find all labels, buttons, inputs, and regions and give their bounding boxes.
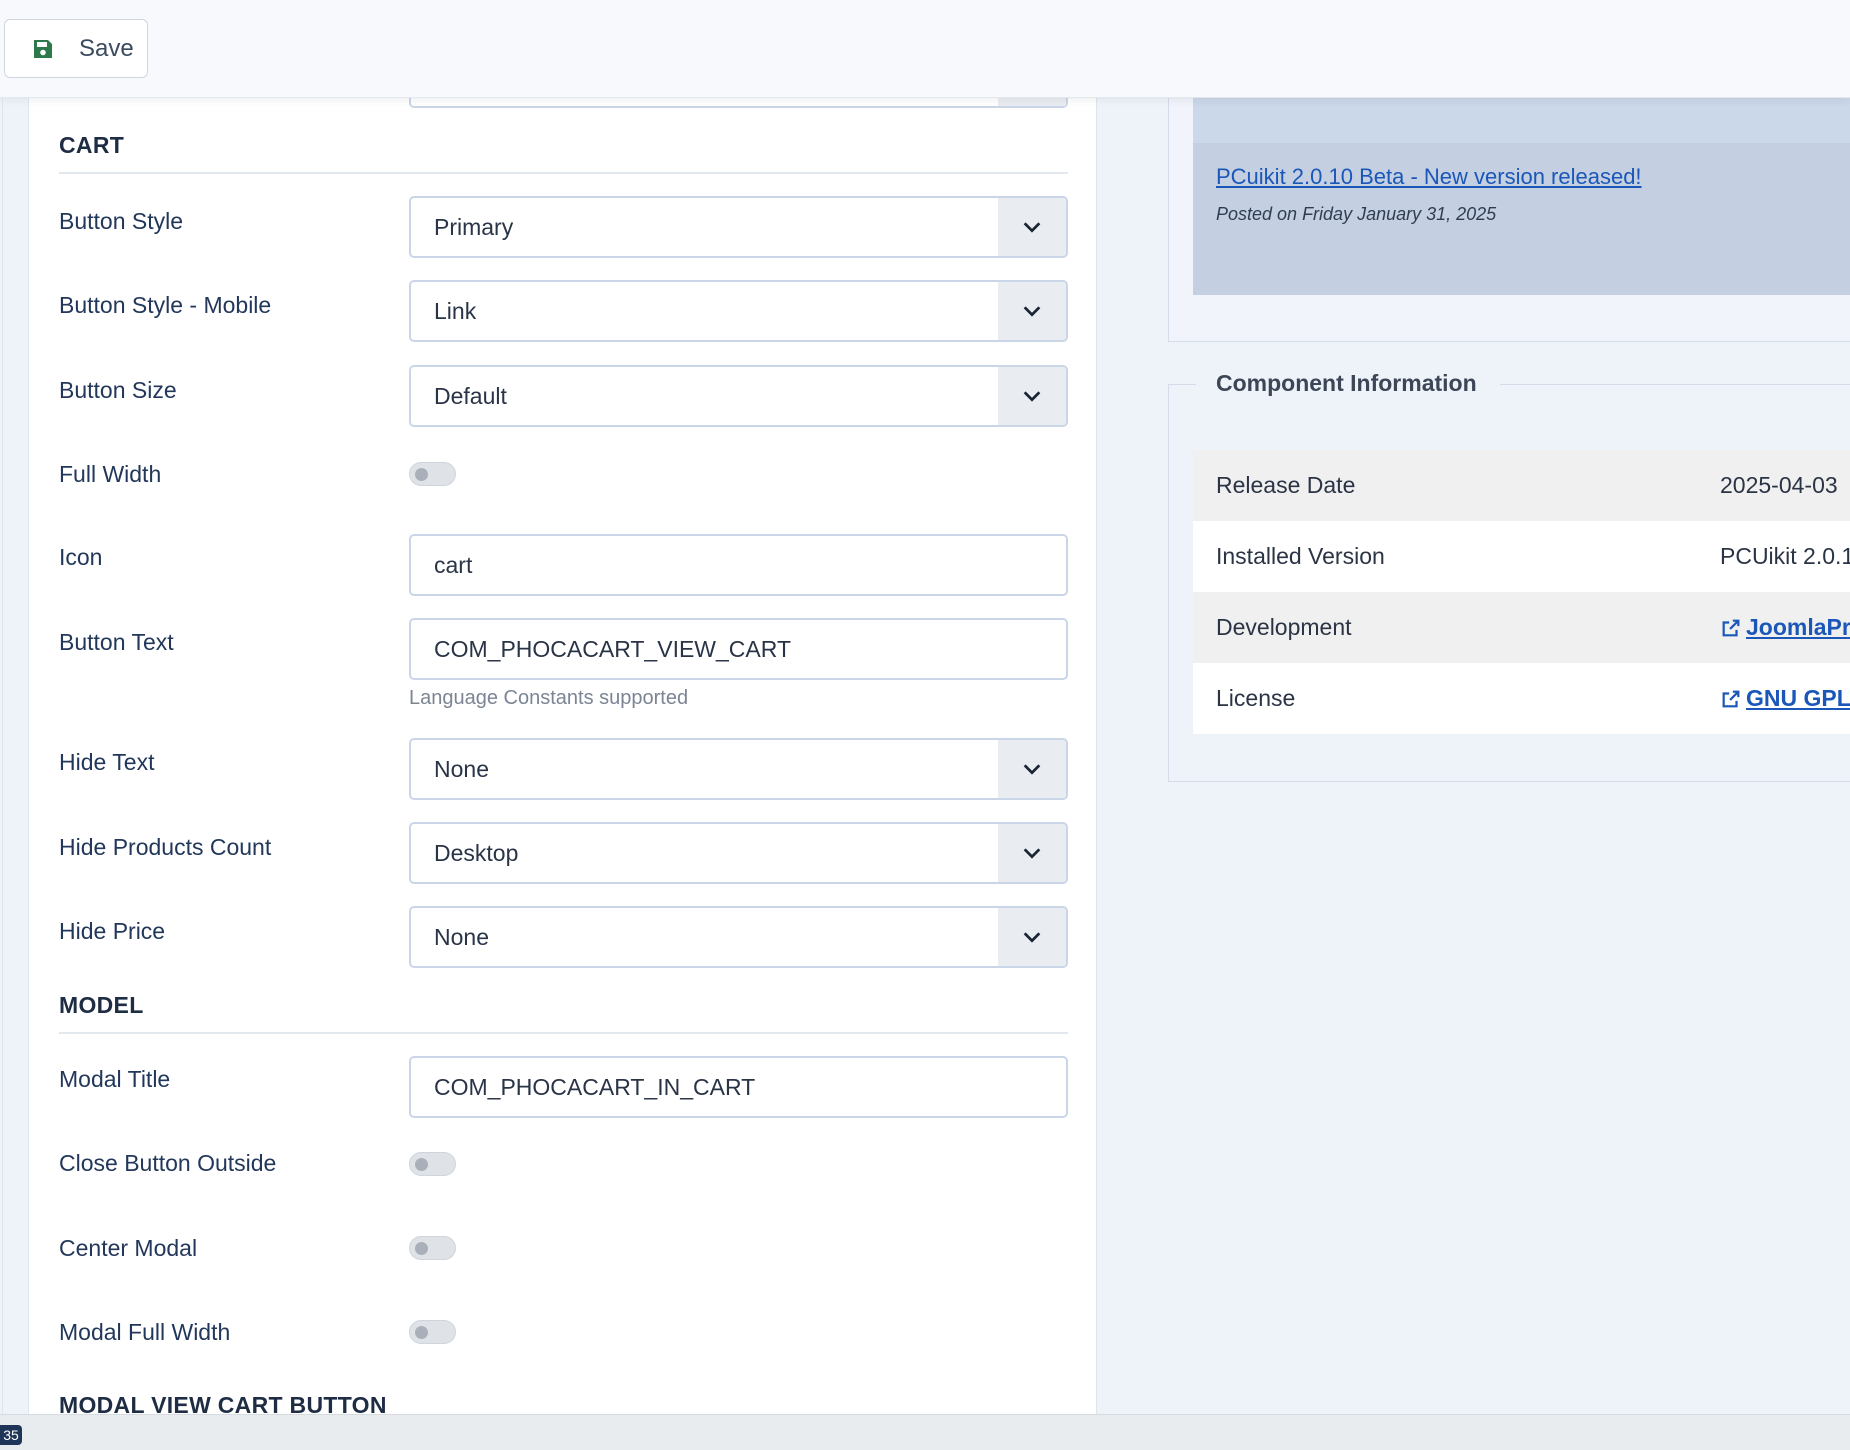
hide-products-count-select[interactable]: Desktop (409, 822, 1068, 884)
development-link[interactable]: JoomlaPro (1746, 614, 1850, 641)
button-style-select[interactable]: Primary (409, 196, 1068, 258)
close-button-outside-toggle[interactable] (409, 1152, 456, 1176)
news-title-link[interactable]: PCuikit 2.0.10 Beta - New version releas… (1216, 164, 1642, 190)
chevron-down-icon (1023, 306, 1041, 317)
options-panel[interactable]: CART Button Style Primary Button Style -… (28, 98, 1097, 1414)
button-style-mobile-select[interactable]: Link (409, 280, 1068, 342)
hide-products-count-label: Hide Products Count (59, 834, 272, 860)
floppy-disk-icon (34, 39, 52, 58)
outer-border (2, 98, 3, 1414)
info-row-release-date: Release Date 2025-04-03 (1193, 450, 1850, 521)
hide-text-value: None (434, 755, 489, 782)
news-item-previous (1193, 98, 1850, 143)
status-bar: 35 (0, 1414, 1850, 1450)
section-divider (59, 1032, 1068, 1034)
section-divider (59, 172, 1068, 174)
center-modal-toggle[interactable] (409, 1236, 456, 1260)
chevron-down-icon (1023, 764, 1041, 775)
close-button-outside-label: Close Button Outside (59, 1150, 277, 1176)
info-row-license: License GNU GPL v (1193, 663, 1850, 734)
info-key: Installed Version (1216, 543, 1385, 569)
chevron-down-icon (1023, 932, 1041, 943)
info-key: License (1216, 685, 1296, 711)
icon-input[interactable]: cart (409, 534, 1068, 596)
info-key: Release Date (1216, 472, 1356, 498)
external-link-icon (1722, 690, 1740, 707)
info-key: Development (1216, 614, 1352, 640)
component-information-legend: Component Information (1196, 370, 1500, 397)
button-style-mobile-label: Button Style - Mobile (59, 292, 272, 318)
modal-title-input[interactable]: COM_PHOCACART_IN_CART (409, 1056, 1068, 1118)
modal-view-cart-button-heading: MODAL VIEW CART BUTTON (59, 1392, 387, 1414)
chevron-down-icon (1023, 222, 1041, 233)
chevron-down-icon (1023, 391, 1041, 402)
full-width-label: Full Width (59, 461, 162, 487)
chevron-down-icon (1023, 848, 1041, 859)
hide-products-count-value: Desktop (434, 839, 519, 866)
save-button[interactable]: Save (4, 19, 148, 78)
hide-text-select[interactable]: None (409, 738, 1068, 800)
save-button-label: Save (79, 34, 134, 62)
button-size-label: Button Size (59, 377, 177, 403)
external-link-icon (1722, 619, 1740, 636)
cart-heading: CART (59, 132, 125, 158)
button-style-value: Primary (434, 213, 514, 240)
info-row-installed-version: Installed Version PCUikit 2.0.1 (1193, 521, 1850, 592)
modal-full-width-label: Modal Full Width (59, 1319, 231, 1345)
license-link[interactable]: GNU GPL v (1746, 685, 1850, 712)
info-row-development: Development JoomlaPro (1193, 592, 1850, 663)
modal-title-label: Modal Title (59, 1066, 171, 1092)
button-text-label: Button Text (59, 629, 174, 655)
toolbar: Save (0, 0, 1850, 98)
cutoff-select[interactable] (409, 98, 1068, 108)
info-value: 2025-04-03 (1720, 472, 1838, 498)
hide-price-select[interactable]: None (409, 906, 1068, 968)
status-badge: 35 (0, 1425, 22, 1445)
icon-label: Icon (59, 544, 103, 570)
button-size-value: Default (434, 382, 507, 409)
button-style-mobile-value: Link (434, 297, 477, 324)
button-text-hint: Language Constants supported (409, 687, 689, 709)
center-modal-label: Center Modal (59, 1235, 198, 1261)
button-size-select[interactable]: Default (409, 365, 1068, 427)
modal-full-width-toggle[interactable] (409, 1320, 456, 1344)
full-width-toggle[interactable] (409, 462, 456, 486)
button-text-input[interactable]: COM_PHOCACART_VIEW_CART (409, 618, 1068, 680)
info-value: PCUikit 2.0.1 (1720, 543, 1850, 569)
news-date: Posted on Friday January 31, 2025 (1216, 204, 1497, 224)
hide-price-value: None (434, 923, 489, 950)
model-heading: MODEL (59, 992, 144, 1018)
hide-text-label: Hide Text (59, 749, 155, 775)
hide-price-label: Hide Price (59, 918, 166, 944)
button-style-label: Button Style (59, 208, 184, 234)
